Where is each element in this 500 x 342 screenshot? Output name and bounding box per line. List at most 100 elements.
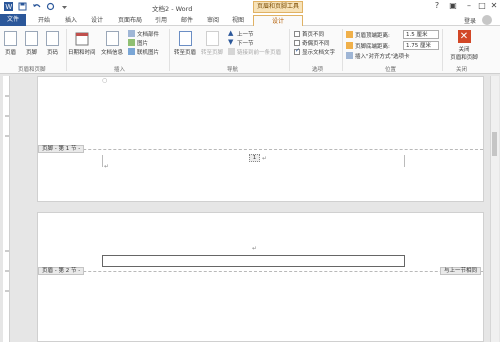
page-1[interactable]: ○ 页脚 - 第 1 节 - 1 ↵ ↵ — [37, 76, 484, 202]
tab-home[interactable]: 开始 — [33, 15, 55, 26]
tab-mailings[interactable]: 邮件 — [176, 15, 198, 26]
word-logo-icon: W — [4, 2, 13, 11]
checkbox[interactable] — [294, 39, 300, 46]
link-icon — [228, 48, 235, 55]
ruler-marker: ○ — [102, 77, 108, 84]
page-number-button[interactable]: 页码 — [46, 31, 59, 56]
ribbon-tab-bar: 文件 开始 插入 设计 页面布局 引用 邮件 审阅 视图 设计 登录 — [0, 14, 500, 26]
footer-button[interactable]: 页脚 — [25, 31, 38, 56]
calendar-icon — [75, 32, 89, 46]
group-separator — [442, 29, 443, 71]
close-header-footer-button[interactable]: ✕ 关闭 页眉和页脚 — [447, 30, 481, 61]
first-page-different-checkbox[interactable]: 首页不同 — [294, 29, 335, 38]
page-2[interactable]: ↵ 页眉 - 第 2 节 - 与上一节相同 — [37, 212, 484, 342]
group-separator — [289, 29, 290, 71]
checkbox-checked[interactable] — [294, 47, 300, 55]
show-document-text-checkbox[interactable]: 显示文档文字 — [294, 47, 335, 56]
svg-text:W: W — [6, 4, 13, 11]
footer-icon — [25, 31, 38, 46]
insert-small-buttons: 文档部件 图片 联机图片 — [128, 29, 159, 56]
vertical-scrollbar[interactable] — [490, 76, 499, 342]
title-bar: W 文档2 - Word 页眉和页脚工具 ? ▣ – □ ✕ — [0, 0, 500, 14]
datetime-button[interactable]: 日期和时间 — [68, 31, 96, 56]
close-window-button[interactable]: ✕ — [487, 1, 500, 12]
position-controls: 页眉顶端距离: 1.5 厘米 页脚底端距离: 1.75 厘米 插入"对齐方式"选… — [346, 29, 439, 60]
context-tab-group-title: 页眉和页脚工具 — [253, 1, 303, 13]
previous-section-button[interactable]: ▲ 上一节 — [228, 29, 281, 38]
page-number-icon — [46, 31, 59, 46]
page-number-field[interactable]: 1 — [249, 154, 260, 162]
group-separator — [169, 29, 170, 71]
options-checkboxes: 首页不同 奇偶页不同 显示文档文字 — [294, 29, 335, 56]
tab-header-footer-design[interactable]: 设计 — [253, 15, 303, 26]
header-content-box[interactable] — [102, 255, 405, 267]
tab-file[interactable]: 文件 — [0, 14, 26, 26]
undo-icon[interactable] — [32, 2, 41, 11]
ribbon-display-button[interactable]: ▣ — [446, 1, 460, 12]
login-link[interactable]: 登录 — [464, 16, 476, 25]
tab-page-layout[interactable]: 页面布局 — [114, 15, 146, 26]
header-section-label: 页眉 - 第 2 节 - — [38, 267, 85, 275]
online-picture-icon — [128, 48, 135, 55]
group-label-navigation: 导航 — [227, 67, 239, 73]
minimize-button[interactable]: – — [462, 1, 476, 12]
quick-access-toolbar: W — [4, 2, 69, 11]
close-icon: ✕ — [457, 30, 471, 43]
arrow-up-icon: ▲ — [228, 29, 234, 37]
document-info-icon — [105, 31, 119, 46]
footer-bottom-spinner[interactable]: 1.75 厘米 — [403, 41, 439, 50]
goto-footer-button[interactable]: 转至页脚 — [201, 31, 223, 56]
paragraph-mark: ↵ — [262, 155, 268, 162]
group-separator — [66, 29, 67, 71]
header-position-icon — [346, 31, 353, 38]
insert-alignment-tab-button[interactable]: 插入"对齐方式"选项卡 — [346, 51, 439, 60]
margin-guide — [404, 155, 405, 167]
margin-guide — [102, 155, 103, 167]
scrollbar-thumb[interactable] — [492, 132, 497, 156]
odd-even-different-checkbox[interactable]: 奇偶页不同 — [294, 38, 335, 47]
picture-button[interactable]: 图片 — [128, 38, 159, 47]
tab-view[interactable]: 视图 — [227, 15, 249, 26]
document-parts-icon — [128, 30, 135, 37]
redo-icon[interactable] — [46, 2, 55, 11]
tab-review[interactable]: 审阅 — [202, 15, 224, 26]
header-button[interactable]: 页眉 — [4, 31, 17, 56]
picture-icon — [128, 39, 135, 46]
vertical-ruler[interactable] — [3, 76, 10, 342]
nav-small-buttons: ▲ 上一节 ▼ 下一节 链接到前一条页眉 — [228, 29, 281, 56]
footer-section-label: 页脚 - 第 1 节 - — [38, 145, 85, 153]
tab-design-main[interactable]: 设计 — [86, 15, 108, 26]
group-separator — [342, 29, 343, 71]
paragraph-mark: ↵ — [104, 163, 110, 170]
goto-header-button[interactable]: 转至页眉 — [174, 31, 196, 56]
header-icon — [4, 31, 17, 46]
ribbon: 页眉 页脚 页码 页眉和页脚 日期和时间 文档信息 文档部件 图片 联机图片 插… — [0, 26, 500, 74]
document-title: 文档2 - Word — [152, 5, 193, 13]
header-top-distance: 页眉顶端距离: 1.5 厘米 — [346, 29, 439, 40]
header-boundary — [38, 271, 483, 272]
alignment-tab-icon — [346, 52, 353, 59]
footer-position-icon — [346, 42, 353, 49]
arrow-down-icon: ▼ — [228, 38, 234, 46]
checkbox[interactable] — [294, 30, 300, 37]
group-label-close: 关闭 — [456, 67, 468, 73]
link-to-previous-button[interactable]: 链接到前一条页眉 — [228, 47, 281, 56]
group-label-options: 选项 — [312, 67, 324, 73]
docparts-button[interactable]: 文档部件 — [128, 29, 159, 38]
docinfo-button[interactable]: 文档信息 — [101, 31, 123, 56]
tab-insert[interactable]: 插入 — [60, 15, 82, 26]
header-top-spinner[interactable]: 1.5 厘米 — [403, 30, 439, 39]
footer-boundary — [38, 149, 483, 150]
group-label-position: 位置 — [385, 67, 397, 73]
goto-footer-icon — [205, 31, 219, 46]
tab-references[interactable]: 引用 — [150, 15, 172, 26]
paragraph-mark: ↵ — [252, 245, 258, 252]
customize-qat-icon[interactable] — [60, 2, 69, 11]
help-button[interactable]: ? — [430, 1, 444, 12]
group-label-header-footer: 页眉和页脚 — [18, 67, 46, 73]
next-section-button[interactable]: ▼ 下一节 — [228, 38, 281, 47]
online-picture-button[interactable]: 联机图片 — [128, 47, 159, 56]
footer-bottom-distance: 页脚底端距离: 1.75 厘米 — [346, 40, 439, 51]
avatar[interactable] — [482, 15, 492, 25]
save-icon[interactable] — [18, 2, 27, 11]
